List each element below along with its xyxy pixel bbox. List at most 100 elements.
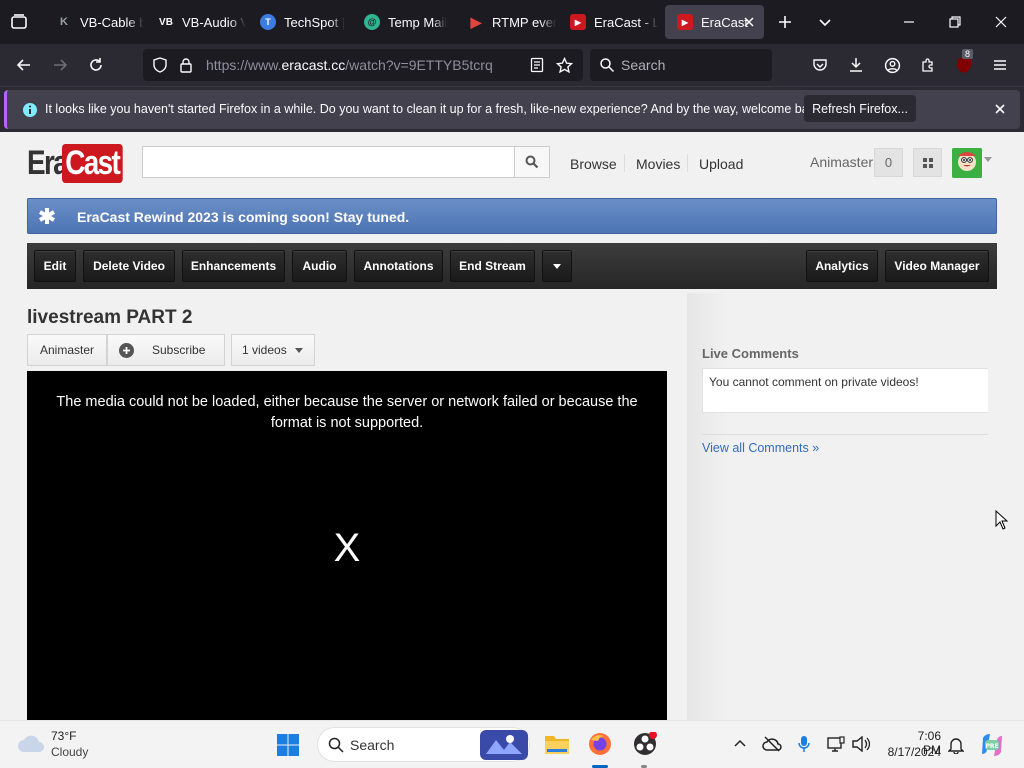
delete-video-button[interactable]: Delete Video [83,250,175,282]
clock-date[interactable]: 8/17/2024 [885,745,941,759]
tab-label: Temp Mail [388,14,448,30]
browser-navigation-bar: https://www.eracast.cc/watch?v=9ETTYB5tc… [0,44,1024,86]
tab-vb-audio[interactable]: VB VB-Audio V [146,5,246,39]
more-options-button[interactable] [542,250,572,282]
bookmark-star-icon[interactable] [556,57,573,74]
user-name-link[interactable]: Animaster [810,154,873,170]
weather-widget[interactable]: 73°F Cloudy [14,725,104,765]
list-all-tabs-icon[interactable] [814,11,836,33]
banner-text: EraCast Rewind 2023 is coming soon! Stay… [77,209,410,225]
downloads-icon[interactable] [845,54,867,76]
avatar-dropdown-icon[interactable] [984,157,992,163]
edit-button[interactable]: Edit [34,250,76,282]
browser-tab-strip: K VB-Cable b VB VB-Audio V T TechSpot | … [0,0,1024,44]
nav-upload-link[interactable]: Upload [699,156,743,172]
account-icon[interactable] [881,54,903,76]
audio-button[interactable]: Audio [292,250,347,282]
weather-temperature: 73°F [51,729,77,743]
site-search-button[interactable] [514,146,550,178]
tab-vb-cable[interactable]: K VB-Cable b [44,5,144,39]
search-icon [599,57,615,73]
windows-start-icon[interactable] [276,733,300,757]
tab-overview-icon[interactable] [8,11,30,33]
mouse-cursor-icon [995,510,1009,530]
notifications-bell-icon[interactable] [948,736,964,754]
tab-eracast-active[interactable]: ▶ EraCast [665,5,764,39]
user-avatar[interactable] [952,148,982,178]
tab-close-icon[interactable] [741,14,757,30]
onedrive-offline-icon[interactable] [762,736,782,752]
network-icon[interactable] [827,736,845,752]
tracking-protection-shield-icon[interactable] [152,57,168,73]
extension-badge: 8 [962,49,974,59]
show-hidden-icons-chevron-icon[interactable] [734,738,746,750]
file-explorer-icon[interactable] [544,733,570,755]
notification-strip: It looks like you haven't started Firefo… [4,90,1020,129]
firefox-refresh-notification: It looks like you haven't started Firefo… [0,86,1024,132]
notification-count-button[interactable]: 0 [874,148,903,177]
new-tab-icon[interactable] [774,11,796,33]
player-error-message: The media could not be loaded, either be… [56,394,638,431]
address-bar[interactable]: https://www.eracast.cc/watch?v=9ETTYB5tc… [143,49,583,81]
taskbar-search-box[interactable]: Search [317,727,530,762]
menu-hamburger-icon[interactable] [989,54,1011,76]
player-error-icon: X [333,526,361,570]
nav-browse-link[interactable]: Browse [570,156,617,172]
channel-name-button[interactable]: Animaster [27,334,107,366]
reader-view-icon[interactable] [529,57,545,73]
videos-count: 1 videos [242,343,287,357]
video-player[interactable]: The media could not be loaded, either be… [27,371,667,720]
vb-audio-icon: VB [159,16,173,28]
microphone-icon[interactable] [797,735,811,753]
videos-count-dropdown[interactable]: 1 videos [231,334,315,366]
volume-icon[interactable] [852,736,870,752]
browser-search-box[interactable]: Search [590,49,772,81]
firefox-taskbar-icon[interactable] [588,732,612,756]
eracast-logo[interactable]: Era Cast [27,143,136,183]
copilot-icon[interactable]: PRE [979,732,1005,758]
refresh-firefox-button[interactable]: Refresh Firefox... [804,95,916,122]
url-domain: eracast.cc [281,57,346,73]
tab-eracast-l[interactable]: ▶ EraCast - L [558,5,658,39]
annotations-button[interactable]: Annotations [354,250,443,282]
eracast-watch-page: Era Cast Browse Movies Upload Animaster … [0,132,1024,720]
url-prefix: https://www. [206,57,282,73]
site-search-input[interactable] [142,146,515,178]
notification-close-icon[interactable] [993,102,1007,116]
analytics-button[interactable]: Analytics [806,250,878,282]
minimize-icon[interactable] [898,11,920,33]
view-all-comments-link[interactable]: View all Comments » [702,441,819,455]
video-title: livestream PART 2 [27,307,193,328]
restore-icon[interactable] [944,11,966,33]
extensions-puzzle-icon[interactable] [917,54,939,76]
caret-down-icon [294,347,303,353]
tab-label: TechSpot | [284,14,346,30]
logo-cast: Cast [61,143,123,183]
owner-toolbar: Edit Delete Video Enhancements Audio Ann… [27,243,997,289]
info-icon [22,102,38,118]
obs-studio-icon[interactable] [633,732,657,756]
windows-taskbar: 73°F Cloudy Search 7:06 PM 8/17/2024 PRE [0,720,1024,768]
vb-cable-icon: K [60,16,68,28]
enhancements-button[interactable]: Enhancements [182,250,285,282]
close-window-icon[interactable] [990,11,1012,33]
tab-techspot[interactable]: T TechSpot | [248,5,348,39]
tab-rtmp[interactable]: ▶ RTMP ever [456,5,556,39]
padlock-icon[interactable] [178,57,194,73]
pocket-icon[interactable] [809,54,831,76]
video-manager-button[interactable]: Video Manager [885,250,989,282]
back-icon[interactable] [13,54,35,76]
url-text[interactable]: https://www.eracast.cc/watch?v=9ETTYB5tc… [206,57,493,73]
forward-icon[interactable] [49,54,71,76]
end-stream-button[interactable]: End Stream [450,250,535,282]
reload-icon[interactable] [85,54,107,76]
nav-separator [687,154,688,172]
subscribe-button[interactable]: Subscribe [107,334,225,366]
search-highlight-icon [480,730,528,760]
ublock-origin-icon[interactable]: 8 [953,49,975,76]
nav-movies-link[interactable]: Movies [636,156,680,172]
tab-label: EraCast - L [594,14,658,30]
tab-temp-mail[interactable]: @ Temp Mail [352,5,452,39]
apps-grid-icon[interactable] [913,148,942,177]
magnifier-icon [525,155,539,169]
